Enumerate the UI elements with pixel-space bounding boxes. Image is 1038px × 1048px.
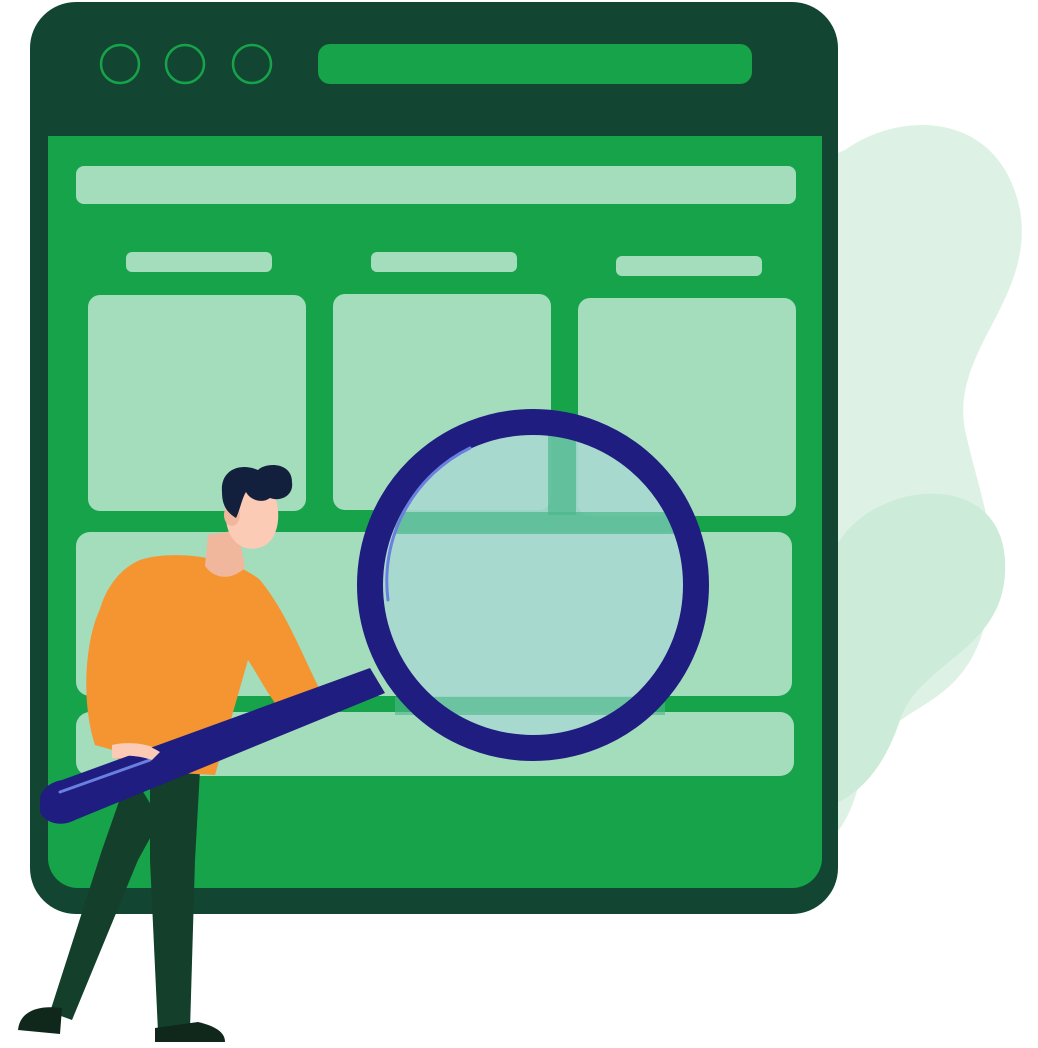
person-left-shoe <box>18 1007 62 1034</box>
background-blob <box>820 125 1022 845</box>
column-title-placeholder <box>616 256 762 276</box>
column-title-placeholder <box>126 252 272 272</box>
page-header-placeholder <box>76 166 796 204</box>
magnifying-glass-icon <box>357 409 709 761</box>
person-right-leg <box>150 770 200 1032</box>
address-bar[interactable] <box>318 44 752 84</box>
lens-reflection-line <box>548 430 576 515</box>
lens-reflection-line <box>395 512 680 534</box>
scene-svg <box>18 2 1022 1042</box>
column-title-placeholder <box>371 252 517 272</box>
background-blob-front <box>820 493 1006 810</box>
illustration <box>0 0 1038 1048</box>
